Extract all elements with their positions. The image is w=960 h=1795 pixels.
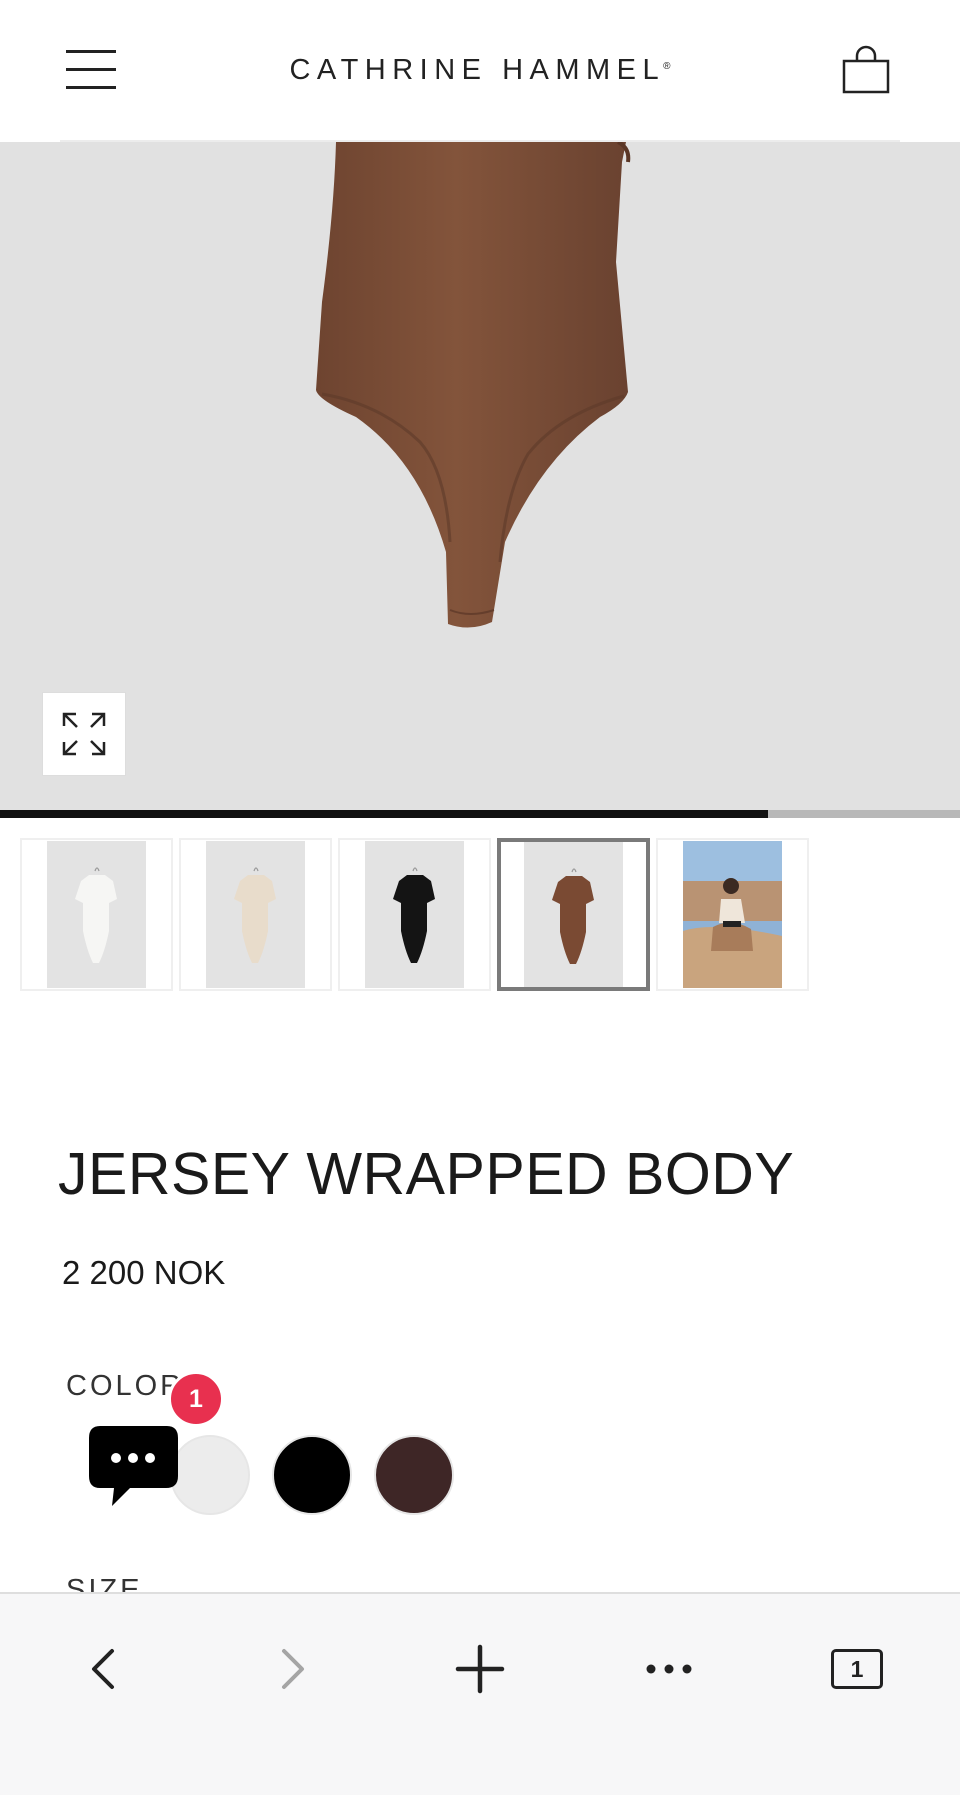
expand-arrows-icon [62, 712, 106, 756]
tab-count: 1 [831, 1649, 883, 1689]
more-options-button[interactable] [634, 1634, 704, 1704]
thumbnail-brown[interactable] [497, 838, 650, 991]
thumbnail-image [365, 841, 464, 988]
forward-button[interactable] [258, 1634, 328, 1704]
thumbnail-image [47, 841, 146, 988]
thumbnail-lifestyle[interactable] [656, 838, 809, 991]
swatch-off-white[interactable] [170, 1435, 250, 1515]
product-main-image[interactable] [0, 142, 960, 810]
gallery-progress-fill [0, 810, 768, 818]
new-tab-button[interactable] [445, 1634, 515, 1704]
gallery-progress-bar [0, 810, 960, 818]
browser-toolbar: 1 [0, 1592, 960, 1795]
chevron-left-icon [92, 1649, 114, 1689]
swatch-black[interactable] [272, 1435, 352, 1515]
chevron-right-icon [282, 1649, 304, 1689]
brand-name: CATHRINE HAMMEL [289, 54, 666, 86]
thumbnail-cream[interactable] [179, 838, 332, 991]
more-dots-icon [646, 1664, 692, 1674]
shopping-bag-icon[interactable] [842, 44, 890, 96]
product-page: CATHRINE HAMMEL® JERSEY WRAPPED BODY 2 2… [0, 0, 960, 1795]
color-label: COLOR [66, 1370, 185, 1402]
product-title: JERSEY WRAPPED BODY [58, 1141, 795, 1207]
product-price: 2 200 NOK [62, 1254, 226, 1291]
brand-logo[interactable]: CATHRINE HAMMEL® [0, 54, 960, 87]
back-button[interactable] [68, 1634, 138, 1704]
plus-icon [455, 1644, 505, 1694]
chat-widget-button[interactable] [86, 1420, 181, 1515]
bodysuit-image [316, 142, 631, 628]
thumbnail-image [524, 842, 623, 987]
thumbnail-white[interactable] [20, 838, 173, 991]
chat-bubble-icon [89, 1426, 178, 1506]
thumbnail-image [206, 841, 305, 988]
thumbnail-black[interactable] [338, 838, 491, 991]
site-header: CATHRINE HAMMEL® [0, 0, 960, 142]
swatch-dark-brown[interactable] [374, 1435, 454, 1515]
tabs-button[interactable]: 1 [822, 1634, 892, 1704]
thumbnail-image [683, 841, 782, 988]
brand-registered-mark: ® [663, 61, 671, 72]
expand-image-button[interactable] [42, 692, 126, 776]
chat-notification-badge: 1 [168, 1371, 224, 1427]
